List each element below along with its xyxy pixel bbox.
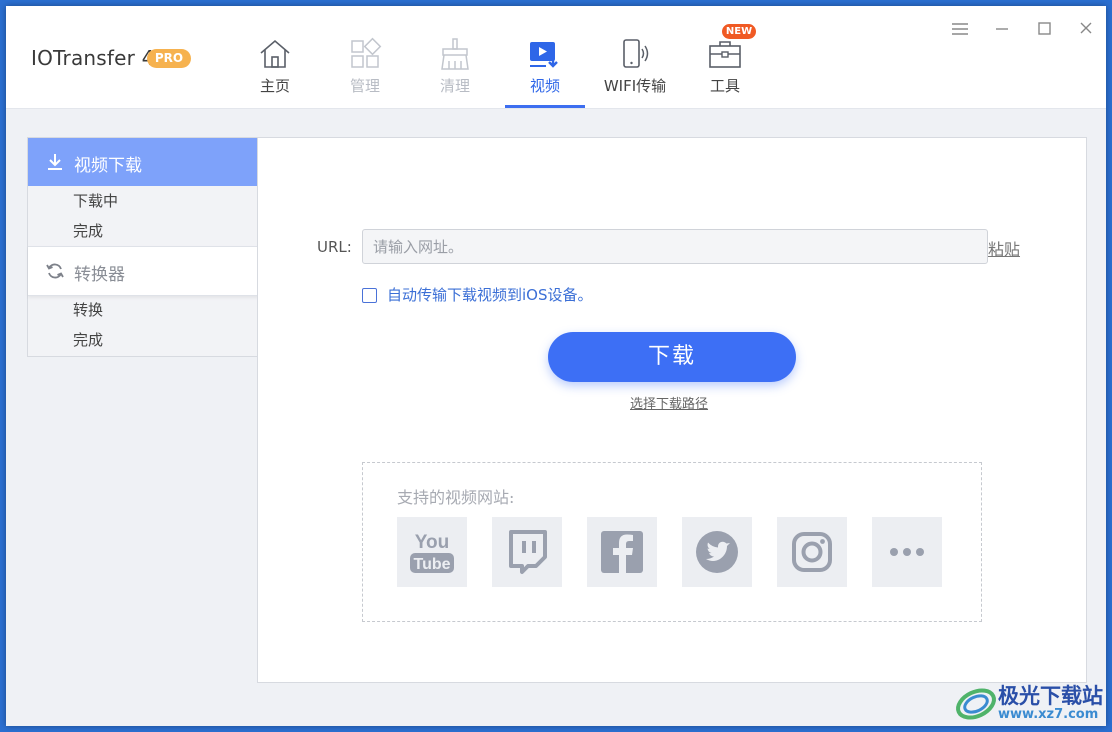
wifi-transfer-icon <box>623 39 649 68</box>
minimize-icon <box>996 28 1008 30</box>
svg-text:Tube: Tube <box>413 556 450 573</box>
choose-download-path-link[interactable]: 选择下载路径 <box>630 393 708 412</box>
more-icon <box>890 548 924 556</box>
site-twitch[interactable] <box>492 517 562 587</box>
sidebar: 视频下载 下载中 完成 转换器 转换 完成 <box>27 137 260 357</box>
nav-video-label: 视频 <box>529 77 560 95</box>
site-youtube[interactable]: You Tube <box>397 517 467 587</box>
home-icon <box>260 39 290 68</box>
refresh-icon <box>46 263 64 279</box>
nav-clean[interactable]: 清理 <box>415 34 495 108</box>
close-icon <box>1080 22 1092 34</box>
hamburger-icon <box>952 23 968 35</box>
sidebar-video-download-label: 视频下载 <box>74 156 142 176</box>
url-input[interactable] <box>362 229 988 264</box>
supported-sites-title: 支持的视频网站: <box>397 488 515 507</box>
close-button[interactable] <box>1073 18 1099 40</box>
nav-tools-label: 工具 <box>709 77 740 95</box>
sidebar-item-convert-complete[interactable]: 完成 <box>73 329 103 350</box>
auto-transfer-label[interactable]: 自动传输下载视频到iOS设备。 <box>387 284 593 305</box>
manage-icon <box>351 37 382 68</box>
nav-home[interactable]: 主页 <box>235 34 315 108</box>
sidebar-converter-label: 转换器 <box>74 265 125 285</box>
video-download-panel: URL: 粘贴 自动传输下载视频到iOS设备。 下载 选择下载路径 支持的视频网… <box>257 137 1087 683</box>
nav-wifi-transfer[interactable]: WIFI传输 <box>595 34 675 108</box>
youtube-icon: You Tube <box>410 532 454 573</box>
video-icon <box>530 42 558 68</box>
watermark-logo-icon <box>956 688 996 720</box>
new-badge: NEW <box>722 24 756 39</box>
pro-badge: PRO <box>147 49 191 68</box>
site-more[interactable] <box>872 517 942 587</box>
nav-active-indicator <box>505 105 585 108</box>
sidebar-video-download[interactable]: 视频下载 <box>28 138 259 186</box>
sidebar-item-downloading[interactable]: 下载中 <box>73 190 118 211</box>
svg-text:You: You <box>415 532 449 553</box>
paste-link[interactable]: 粘贴 <box>988 236 1020 260</box>
site-watermark: 极光下载站 www.xz7.com <box>954 680 1106 726</box>
auto-transfer-checkbox[interactable] <box>362 288 377 303</box>
twitch-icon <box>509 530 547 574</box>
site-twitter[interactable] <box>682 517 752 587</box>
twitter-icon <box>696 531 738 573</box>
minimize-button[interactable] <box>989 18 1015 40</box>
watermark-title: 极光下载站 <box>998 684 1103 708</box>
maximize-icon <box>1038 22 1051 35</box>
instagram-icon <box>792 532 832 572</box>
watermark-url: www.xz7.com <box>998 707 1099 722</box>
toolbox-icon <box>709 41 741 68</box>
sidebar-item-convert[interactable]: 转换 <box>73 299 103 320</box>
app-logo: IOTransfer 4 <box>31 46 155 70</box>
site-instagram[interactable] <box>777 517 847 587</box>
site-facebook[interactable] <box>587 517 657 587</box>
supported-sites-box: 支持的视频网站: You Tube <box>362 462 982 622</box>
url-label: URL: <box>317 238 352 256</box>
nav-clean-label: 清理 <box>439 77 470 95</box>
nav-wifi-label: WIFI传输 <box>603 77 667 95</box>
clean-icon <box>441 38 469 70</box>
app-window: IOTransfer 4 PRO 主页 管理 清理 视频 WIFI传输 工具 N… <box>6 6 1106 726</box>
download-icon <box>48 154 62 170</box>
nav-manage-label: 管理 <box>349 77 380 95</box>
nav-video[interactable]: 视频 <box>505 34 585 108</box>
nav-manage[interactable]: 管理 <box>325 34 405 108</box>
app-header: IOTransfer 4 PRO 主页 管理 清理 视频 WIFI传输 工具 N… <box>6 6 1106 109</box>
menu-button[interactable] <box>947 18 973 40</box>
facebook-icon <box>601 531 643 573</box>
maximize-button[interactable] <box>1031 18 1057 40</box>
sidebar-converter[interactable]: 转换器 <box>28 246 259 296</box>
nav-home-label: 主页 <box>259 77 290 95</box>
nav-tools[interactable]: 工具 <box>685 34 765 108</box>
sidebar-item-download-complete[interactable]: 完成 <box>73 220 103 241</box>
download-button[interactable]: 下载 <box>548 332 796 382</box>
